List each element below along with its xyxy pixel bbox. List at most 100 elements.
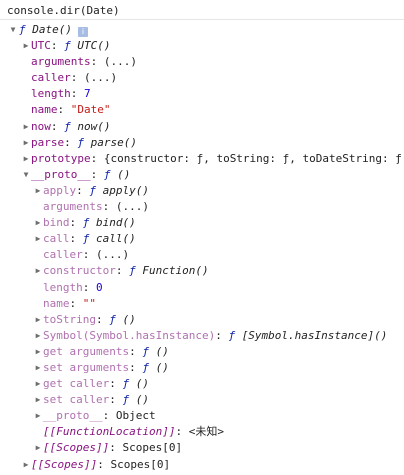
triangle-right-icon[interactable]: ▶ bbox=[22, 135, 30, 151]
tree-row[interactable]: ▶ get caller: ƒ () bbox=[0, 376, 404, 392]
triangle-right-icon[interactable]: ▶ bbox=[34, 263, 42, 279]
tree-row-content: arguments: (...) bbox=[31, 54, 137, 70]
tree-row[interactable]: ▶ parse: ƒ parse() bbox=[0, 135, 404, 151]
property-name: name bbox=[31, 103, 58, 117]
function-keyword: ƒ bbox=[109, 312, 116, 326]
tree-row[interactable]: ▶ call: ƒ call() bbox=[0, 231, 404, 247]
property-name: prototype bbox=[31, 151, 91, 165]
triangle-right-icon[interactable]: ▶ bbox=[34, 392, 42, 408]
triangle-right-icon[interactable]: ▶ bbox=[22, 151, 30, 167]
triangle-down-icon[interactable]: ▼ bbox=[9, 22, 17, 38]
tree-row-content: name: "Date" bbox=[31, 102, 111, 118]
tree-row[interactable]: ▶ Symbol(Symbol.hasInstance): ƒ [Symbol.h… bbox=[0, 328, 404, 344]
property-name: [[Scopes]] bbox=[31, 457, 98, 471]
tree-row-content: name: "" bbox=[43, 296, 96, 312]
property-name: caller bbox=[43, 248, 83, 262]
triangle-right-icon[interactable]: ▶ bbox=[34, 376, 42, 392]
property-name: [[FunctionLocation]] bbox=[43, 425, 176, 439]
tree-row[interactable]: ▼ __proto__: ƒ () bbox=[0, 167, 404, 183]
property-name: toString bbox=[43, 312, 96, 326]
function-signature: Date() bbox=[32, 23, 72, 36]
function-keyword: ƒ bbox=[142, 360, 149, 374]
tree-row-content: prototype: {constructor: ƒ, toString: ƒ,… bbox=[31, 151, 404, 167]
tree-row: length: 7 bbox=[0, 86, 404, 102]
separator: : bbox=[82, 280, 96, 294]
function-keyword: ƒ bbox=[82, 232, 90, 246]
separator: : bbox=[69, 216, 83, 230]
tree-row-content: caller: (...) bbox=[43, 247, 129, 263]
function-keyword: ƒ bbox=[77, 135, 84, 149]
function-signature: () bbox=[117, 167, 131, 181]
tree-row-content: Symbol(Symbol.hasInstance): ƒ [Symbol.ha… bbox=[43, 328, 387, 344]
triangle-right-icon[interactable]: ▶ bbox=[22, 119, 30, 135]
function-signature: apply() bbox=[102, 183, 149, 197]
tree-row: caller: (...) bbox=[0, 70, 404, 86]
triangle-down-icon[interactable]: ▼ bbox=[22, 167, 30, 183]
function-keyword: ƒ bbox=[82, 216, 90, 230]
info-icon[interactable]: i bbox=[78, 27, 88, 37]
property-name: set arguments bbox=[43, 360, 130, 374]
tree-row: [[FunctionLocation]]: <未知> bbox=[0, 424, 404, 440]
tree-row[interactable]: ▶ constructor: ƒ Function() bbox=[0, 263, 404, 279]
tree-row-content: length: 7 bbox=[31, 86, 91, 102]
tree-row-content: set arguments: ƒ () bbox=[43, 360, 169, 376]
number-value: 7 bbox=[84, 87, 91, 101]
function-keyword: ƒ bbox=[228, 328, 236, 342]
separator: : bbox=[109, 393, 123, 407]
function-keyword: ƒ bbox=[122, 377, 130, 391]
separator: : bbox=[129, 360, 143, 374]
tree-row: name: "Date" bbox=[0, 102, 404, 118]
tree-row[interactable]: ▶ [[Scopes]]: Scopes[0] bbox=[0, 457, 404, 473]
property-value: (...) bbox=[103, 55, 137, 69]
triangle-right-icon[interactable]: ▶ bbox=[34, 440, 42, 456]
triangle-right-icon[interactable]: ▶ bbox=[34, 312, 42, 328]
triangle-right-icon[interactable]: ▶ bbox=[34, 360, 42, 376]
function-signature: UTC() bbox=[77, 39, 111, 53]
tree-row-content: [[Scopes]]: Scopes[0] bbox=[31, 457, 170, 473]
tree-row[interactable]: ▶ __proto__: Object bbox=[0, 408, 404, 424]
tree-row[interactable]: ▶ UTC: ƒ UTC() bbox=[0, 38, 404, 54]
function-signature: parse() bbox=[90, 135, 137, 149]
triangle-right-icon[interactable]: ▶ bbox=[22, 38, 30, 54]
property-name: arguments bbox=[31, 55, 91, 69]
triangle-right-icon[interactable]: ▶ bbox=[34, 328, 42, 344]
separator: : bbox=[109, 441, 123, 455]
separator: : bbox=[69, 296, 83, 310]
tree-row-content: __proto__: Object bbox=[43, 408, 156, 424]
tree-row[interactable]: ▶ apply: ƒ apply() bbox=[0, 183, 404, 199]
console-divider bbox=[0, 19, 404, 20]
tree-row-content: ƒ Date() i bbox=[19, 22, 88, 38]
tree-row[interactable]: ▶ now: ƒ now() bbox=[0, 119, 404, 135]
triangle-right-icon[interactable]: ▶ bbox=[34, 231, 42, 247]
tree-row[interactable]: ▶ [[Scopes]]: Scopes[0] bbox=[0, 440, 404, 456]
tree-row[interactable]: ▶ prototype: {constructor: ƒ, toString: ƒ… bbox=[0, 151, 404, 167]
triangle-right-icon[interactable]: ▶ bbox=[34, 344, 42, 360]
property-name: arguments bbox=[43, 200, 103, 214]
tree-row[interactable]: ▶ get arguments: ƒ () bbox=[0, 344, 404, 360]
tree-row: arguments: (...) bbox=[0, 54, 404, 70]
function-keyword: ƒ bbox=[129, 264, 136, 278]
tree-row[interactable]: ▶ toString: ƒ () bbox=[0, 312, 404, 328]
tree-row-content: length: 0 bbox=[43, 280, 103, 296]
property-name: name bbox=[43, 296, 70, 310]
tree-row-content: [[Scopes]]: Scopes[0] bbox=[43, 440, 182, 456]
tree-row[interactable]: ▼ ƒ Date() i bbox=[0, 22, 404, 38]
separator: : bbox=[102, 409, 116, 423]
triangle-right-icon[interactable]: ▶ bbox=[34, 183, 42, 199]
separator: : bbox=[90, 167, 104, 181]
triangle-right-icon[interactable]: ▶ bbox=[34, 408, 42, 424]
property-name: parse bbox=[31, 135, 65, 149]
property-name: [[Scopes]] bbox=[43, 441, 110, 455]
tree-row[interactable]: ▶ bind: ƒ bind() bbox=[0, 215, 404, 231]
separator: : bbox=[57, 103, 71, 117]
triangle-right-icon[interactable]: ▶ bbox=[22, 457, 30, 473]
separator: : bbox=[109, 377, 123, 391]
triangle-right-icon[interactable]: ▶ bbox=[34, 215, 42, 231]
function-signature: () bbox=[135, 393, 149, 407]
separator: : bbox=[64, 135, 78, 149]
tree-row[interactable]: ▶ set caller: ƒ () bbox=[0, 392, 404, 408]
separator: : bbox=[82, 248, 96, 262]
property-value: {constructor: ƒ, toString: ƒ, toDateStri… bbox=[103, 151, 404, 165]
tree-row[interactable]: ▶ set arguments: ƒ () bbox=[0, 360, 404, 376]
tree-row-content: now: ƒ now() bbox=[31, 119, 111, 135]
